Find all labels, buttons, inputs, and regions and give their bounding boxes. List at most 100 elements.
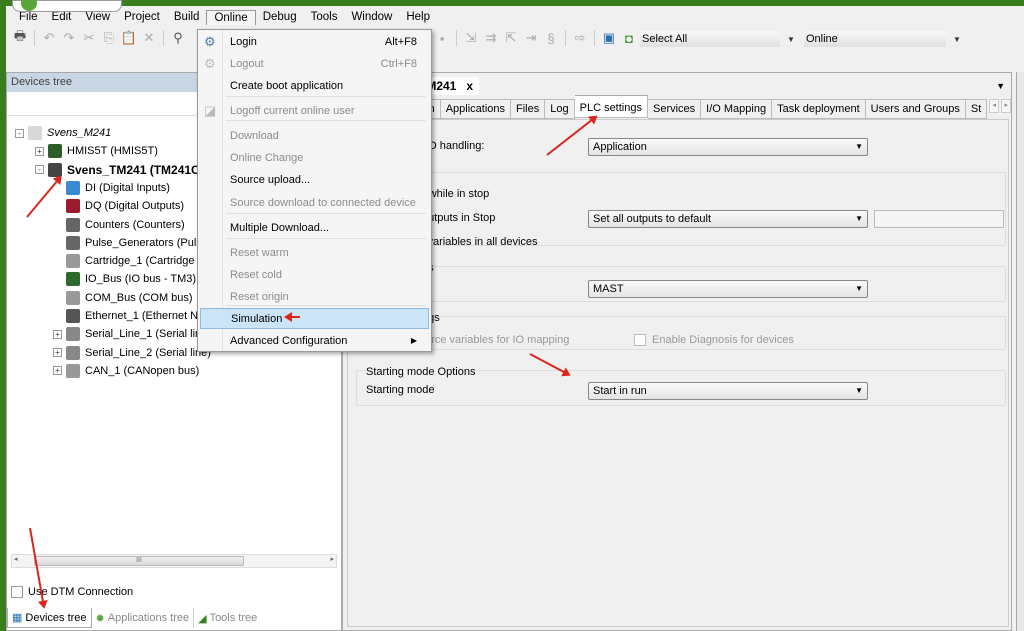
tab-plc-settings[interactable]: PLC settings	[574, 95, 648, 118]
tab-task-deployment[interactable]: Task deployment	[772, 99, 866, 119]
find-icon[interactable]: ⚲	[170, 30, 186, 46]
tree-node[interactable]: Counters (Counters)	[53, 217, 185, 233]
paste-icon[interactable]: 📋	[121, 30, 137, 46]
tab-applications[interactable]: Applications	[440, 99, 512, 119]
tree-node[interactable]: - Svens_M241	[15, 125, 111, 141]
step-out-icon[interactable]: ⇱	[503, 30, 519, 46]
run-to-cursor-icon[interactable]: ⇥	[523, 30, 539, 46]
device-icon	[66, 290, 80, 305]
delete-icon[interactable]: ✕	[141, 30, 157, 46]
checkbox-icon[interactable]	[11, 586, 23, 598]
close-icon[interactable]: x	[466, 79, 473, 93]
menu-item-login[interactable]: ⚙ Login Alt+F8	[200, 31, 429, 52]
tree-node[interactable]: + CAN_1 (CANopen bus)	[53, 363, 199, 379]
tree-node[interactable]: + HMIS5T (HMIS5T)	[35, 143, 158, 159]
bus-cycle-task-select[interactable]: MAST ▼	[588, 280, 868, 298]
menu-item-online-change[interactable]: Online Change	[200, 147, 429, 168]
menu-item-reset-origin[interactable]: Reset origin	[200, 286, 429, 307]
tab-io-mapping[interactable]: I/O Mapping	[701, 99, 773, 119]
scroll-thumb[interactable]: III	[34, 556, 244, 566]
io-handling-select[interactable]: Application ▼	[588, 138, 868, 156]
tree-node-label: Svens_M241	[47, 127, 112, 139]
select-all-combo[interactable]: Select All ▼	[640, 31, 795, 47]
tab-scroll-right-icon[interactable]: ▸	[1001, 99, 1012, 113]
menu-item-download[interactable]: Download	[200, 125, 429, 146]
expand-icon[interactable]: +	[35, 146, 44, 156]
tree-node[interactable]: Ethernet_1 (Ethernet N	[53, 308, 198, 324]
chevron-down-icon[interactable]: ▼	[950, 31, 964, 47]
menu-item-logoff-current-online-user[interactable]: ◪ Logoff current online user	[200, 100, 429, 121]
menu-item-multiple-download[interactable]: Multiple Download...	[200, 217, 429, 238]
tree-node[interactable]: + Serial_Line_1 (Serial lin	[53, 326, 201, 342]
horizontal-scrollbar[interactable]: ◂ III ▸	[11, 554, 337, 568]
menu-edit[interactable]: Edit	[45, 10, 79, 24]
next-icon[interactable]: ⇨	[572, 30, 588, 46]
tree-node[interactable]: Pulse_Generators (Puls	[53, 235, 202, 251]
device-online-icon[interactable]: ◘	[621, 30, 637, 46]
tab-log[interactable]: Log	[545, 99, 575, 119]
separator	[456, 30, 457, 46]
menu-tools[interactable]: Tools	[304, 10, 345, 24]
menu-view[interactable]: View	[78, 10, 117, 24]
use-dtm-checkbox[interactable]: Use DTM Connection	[11, 586, 133, 598]
devices-icon: ▦	[12, 612, 23, 624]
menu-file[interactable]: File	[12, 10, 45, 24]
menu-shortcut: Alt+F8	[384, 35, 417, 48]
device-screen-icon[interactable]: ▣	[601, 30, 617, 46]
collapse-icon[interactable]: -	[35, 165, 44, 175]
tree-node[interactable]: + Serial_Line_2 (Serial line)	[53, 345, 211, 361]
menu-item-logout[interactable]: ⚙ Logout Ctrl+F8	[200, 53, 429, 74]
print-icon[interactable]: 🖶	[12, 28, 28, 46]
tree-node[interactable]: IO_Bus (IO bus - TM3)	[53, 271, 196, 287]
starting-group-title: Starting mode Options	[366, 366, 476, 378]
copy-icon[interactable]: ⎘	[101, 30, 117, 46]
menu-online[interactable]: Online	[206, 9, 256, 25]
scroll-right-icon[interactable]: ▸	[330, 555, 334, 563]
expand-icon[interactable]: +	[53, 329, 62, 339]
outputs-stop-select[interactable]: Set all outputs to default ▼	[588, 210, 868, 228]
tab-devices-tree[interactable]: ▦ Devices tree	[7, 608, 92, 628]
collapse-icon[interactable]: -	[15, 128, 24, 138]
menu-build[interactable]: Build	[167, 10, 207, 24]
redo-icon[interactable]: ↷	[61, 30, 77, 46]
step-into-icon[interactable]: ⇲	[463, 30, 479, 46]
tree-node[interactable]: DI (Digital Inputs)	[53, 180, 170, 196]
tab-applications-tree[interactable]: ✹ Applications tree	[92, 608, 194, 628]
cut-icon[interactable]: ✂	[81, 30, 97, 46]
outputs-stop-extra-field[interactable]	[874, 210, 1004, 228]
expand-icon[interactable]: +	[53, 348, 62, 358]
starting-mode-select[interactable]: Start in run ▼	[588, 382, 868, 400]
menu-item-advanced-configuration[interactable]: Advanced Configuration ▶	[200, 330, 429, 351]
menu-help[interactable]: Help	[399, 10, 437, 24]
expand-icon[interactable]: +	[53, 366, 62, 376]
menu-item-create-boot-application[interactable]: Create boot application	[200, 75, 429, 96]
undo-icon[interactable]: ↶	[41, 30, 57, 46]
tree-node[interactable]: DQ (Digital Outputs)	[53, 198, 184, 214]
tab-services[interactable]: Services	[647, 99, 702, 119]
tree-node[interactable]: COM_Bus (COM bus)	[53, 290, 193, 306]
menu-window[interactable]: Window	[344, 10, 399, 24]
menu-item-reset-warm[interactable]: Reset warm	[200, 242, 429, 263]
flow-icon[interactable]: §	[543, 30, 559, 46]
tab-status[interactable]: St	[965, 99, 988, 119]
tab-tools-tree[interactable]: ◢ Tools tree	[193, 608, 261, 628]
enable-diagnosis-checkbox[interactable]	[634, 334, 646, 346]
menu-project[interactable]: Project	[117, 10, 167, 24]
step-over-icon[interactable]: ⇉	[483, 30, 499, 46]
mode-combo[interactable]: Online ▼	[804, 31, 961, 47]
chevron-down-icon[interactable]: ▼	[784, 31, 798, 47]
menu-debug[interactable]: Debug	[256, 10, 304, 24]
menu-item-reset-cold[interactable]: Reset cold	[200, 264, 429, 285]
menu-item-source-download-to-connected-device[interactable]: Source download to connected device	[200, 192, 429, 213]
menu-item-simulation[interactable]: Simulation	[200, 308, 429, 329]
menu-item-source-upload[interactable]: Source upload...	[200, 169, 429, 190]
tab-list-dropdown-icon[interactable]: ▼	[996, 81, 1005, 91]
tree-node[interactable]: Cartridge_1 (Cartridge	[53, 253, 194, 269]
tab-users-groups[interactable]: Users and Groups	[865, 99, 966, 119]
tab-files[interactable]: Files	[511, 99, 546, 119]
update-io-stop-label: ) while in stop	[422, 188, 490, 200]
tab-scroll-left-icon[interactable]: ◂	[989, 99, 1000, 113]
scroll-left-icon[interactable]: ◂	[14, 555, 18, 563]
starting-mode-label: Starting mode	[366, 384, 435, 396]
breakpoint-icon[interactable]: ▪	[434, 30, 450, 46]
